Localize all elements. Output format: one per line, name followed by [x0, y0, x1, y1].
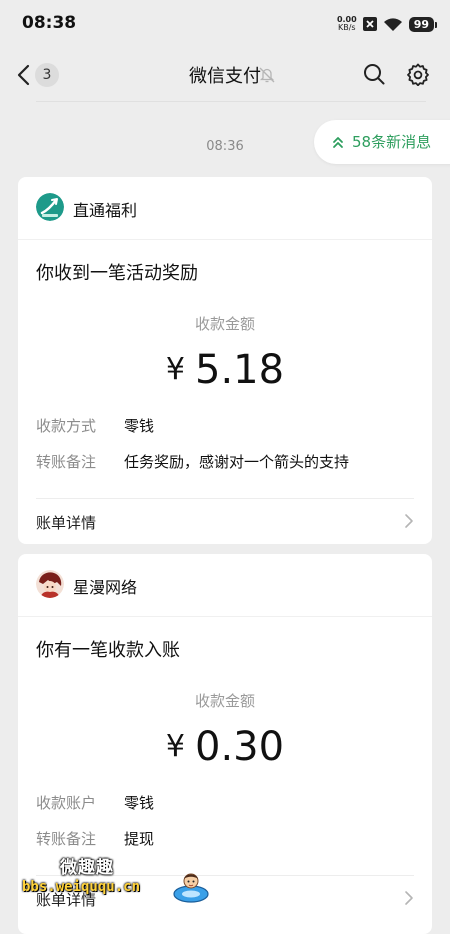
header-divider	[36, 101, 426, 102]
amount-label: 收款金额	[194, 692, 255, 710]
status-time: 08:38	[22, 13, 77, 33]
settings-icon[interactable]	[406, 62, 430, 86]
bill-details-link[interactable]: 账单详情	[36, 512, 96, 533]
detail-value: 零钱	[124, 417, 155, 435]
amount-label: 收款金额	[194, 315, 255, 333]
card-header: 直通福利	[18, 177, 432, 240]
chat-header: 3 微信支付	[0, 50, 450, 100]
card-header: 星漫网络	[18, 554, 432, 617]
amount-number: 0.30	[195, 724, 285, 770]
watermark-url: bbs.weiququ.cn	[22, 879, 141, 895]
amount-value: ¥5.18	[18, 347, 432, 393]
status-bar: 08:38 0.00 KB/s 99	[0, 0, 450, 48]
detail-row-account: 收款账户 零钱	[36, 792, 154, 813]
sender-avatar[interactable]	[36, 193, 64, 221]
detail-value: 零钱	[124, 794, 155, 812]
detail-row-payment-method: 收款方式 零钱	[36, 415, 154, 436]
detail-value: 任务奖励，感谢对一个箭头的支持	[124, 453, 350, 471]
currency-symbol: ¥	[165, 729, 186, 764]
detail-key: 转账备注	[36, 830, 97, 848]
watermark-mascot-icon	[173, 873, 209, 903]
search-icon[interactable]	[362, 62, 386, 86]
detail-key: 收款方式	[36, 417, 97, 435]
amount-number: 5.18	[195, 347, 285, 393]
sender-avatar[interactable]	[36, 570, 64, 598]
card-subtitle: 你收到一笔活动奖励	[36, 263, 198, 284]
new-messages-button[interactable]: 58条新消息	[314, 120, 450, 164]
status-icons: 0.00 KB/s 99	[336, 14, 438, 34]
mute-icon	[259, 67, 275, 83]
detail-value: 提现	[124, 830, 155, 848]
battery-indicator: 99	[408, 16, 438, 32]
detail-row-remark: 转账备注 任务奖励，感谢对一个箭头的支持	[36, 451, 349, 472]
currency-symbol: ¥	[165, 352, 186, 387]
payment-message-card[interactable]: 直通福利 你收到一笔活动奖励 收款金额 ¥5.18 收款方式 零钱 转账备注 任务奖…	[18, 177, 432, 544]
card-subtitle: 你有一笔收款入账	[36, 640, 180, 661]
network-speed: 0.00 KB/s	[336, 15, 357, 32]
card-divider	[36, 498, 414, 499]
chevron-right-icon	[405, 514, 413, 528]
detail-key: 转账备注	[36, 453, 97, 471]
watermark-title: 微趣趣	[60, 858, 114, 878]
chevron-right-icon	[405, 891, 413, 905]
site-watermark: 微趣趣 bbs.weiququ.cn	[18, 853, 218, 913]
amount-value: ¥0.30	[18, 724, 432, 770]
signal-off-icon	[362, 17, 377, 31]
double-chevron-up-icon	[333, 137, 343, 148]
wifi-icon	[383, 17, 402, 31]
sender-name[interactable]: 直通福利	[73, 197, 137, 221]
detail-row-remark: 转账备注 提现	[36, 828, 154, 849]
detail-key: 收款账户	[36, 794, 97, 812]
new-messages-label: 58条新消息	[352, 133, 432, 151]
sender-name[interactable]: 星漫网络	[73, 574, 137, 598]
